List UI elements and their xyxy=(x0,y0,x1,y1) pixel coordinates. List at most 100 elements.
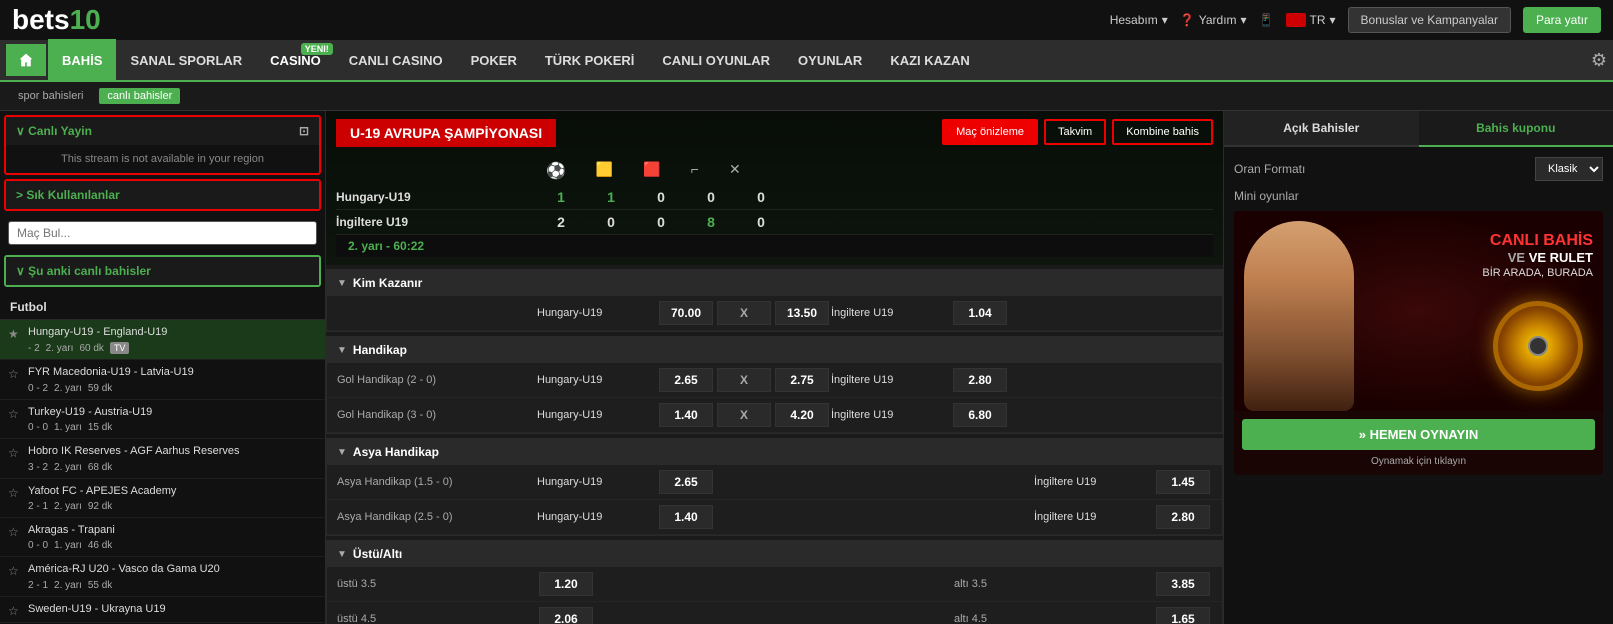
help-link[interactable]: ❓ Yardım ▾ xyxy=(1180,13,1247,27)
bet-odd2[interactable]: 1.45 xyxy=(1156,470,1210,494)
bet-team2: İngiltere U19 xyxy=(831,409,951,421)
language-selector[interactable]: TR ▾ xyxy=(1286,13,1336,27)
nav-kazi-kazan[interactable]: KAZI KAZAN xyxy=(876,39,983,81)
bet-row: Gol Handikap (3 - 0) Hungary-U19 1.40 X … xyxy=(327,398,1222,433)
bonus-button[interactable]: Bonuslar ve Kampanyalar xyxy=(1348,7,1511,33)
tab-bahis-kuponu[interactable]: Bahis kuponu xyxy=(1419,111,1613,147)
nav-bahis[interactable]: BAHİS xyxy=(48,39,116,81)
bet-odd2x-val: 2.75 xyxy=(775,368,829,392)
bet-oddX[interactable]: X xyxy=(717,301,771,325)
bet-odd1[interactable]: 2.65 xyxy=(659,470,713,494)
bet-odd2[interactable]: 3.85 xyxy=(1156,572,1210,596)
bet-team1: Hungary-U19 xyxy=(537,476,657,488)
nav-canli-casino[interactable]: CANLI CASINO xyxy=(335,39,457,81)
oran-format-row: Oran Formatı Klasik xyxy=(1234,157,1603,181)
bet-odd2[interactable]: 2.80 xyxy=(1156,505,1210,529)
preview-button[interactable]: Maç önizleme xyxy=(942,119,1038,145)
nav-sanal-sporlar[interactable]: SANAL SPORLAR xyxy=(116,39,256,81)
logo-number: 10 xyxy=(70,4,101,35)
match-item[interactable]: ★ Hungary-U19 - England-U19 - 2 2. yarı … xyxy=(0,320,325,360)
promo-footer-link[interactable]: Oynamak için tıklayın xyxy=(1242,456,1595,467)
bet-odd1[interactable]: 2.65 xyxy=(659,368,713,392)
nav-poker[interactable]: POKER xyxy=(457,39,531,81)
team1-goals: 1 xyxy=(536,189,586,205)
settings-icon[interactable]: ⚙ xyxy=(1591,50,1607,71)
calendar-button[interactable]: Takvim xyxy=(1044,119,1106,145)
match-item[interactable]: ☆ FYR Macedonia-U19 - Latvia-U19 0 - 2 2… xyxy=(0,360,325,399)
sport-label-futbol: Futbol xyxy=(0,295,325,320)
sport-group-futbol: Futbol ★ Hungary-U19 - England-U19 - 2 2… xyxy=(0,291,325,624)
bet-section-header[interactable]: ▼ Üstü/Altı xyxy=(327,541,1222,567)
match-teams: Yafoot FC - APEJES Academy xyxy=(28,484,315,499)
star-icon[interactable]: ★ xyxy=(8,327,19,341)
match-item[interactable]: ☆ América-RJ U20 - Vasco da Gama U20 2 -… xyxy=(0,557,325,596)
tab-acik-bahisler[interactable]: Açık Bahisler xyxy=(1224,111,1419,147)
match-item[interactable]: ☆ Yafoot FC - APEJES Academy 2 - 1 2. ya… xyxy=(0,479,325,518)
search-input[interactable] xyxy=(8,221,317,245)
match-item[interactable]: ☆ Hobro IK Reserves - AGF Aarhus Reserve… xyxy=(0,439,325,478)
promo-banner[interactable]: CANLI BAHİS VE VE RULET BİR ARADA, BURAD… xyxy=(1234,211,1603,475)
breadcrumb-canli[interactable]: canlı bahisler xyxy=(99,88,180,104)
bet-odd2[interactable]: 1.65 xyxy=(1156,607,1210,624)
bet-odd1[interactable]: 70.00 xyxy=(659,301,713,325)
bet-odd1[interactable]: 1.20 xyxy=(539,572,593,596)
promo-title-line2: VE VE RULET xyxy=(1482,250,1593,266)
match-item[interactable]: ☆ Turkey-U19 - Austria-U19 0 - 0 1. yarı… xyxy=(0,400,325,439)
bet-section-kim-kazanir: ▼ Kim Kazanır Hungary-U19 70.00 X 13.50 … xyxy=(326,269,1223,332)
nav-turk-pokeri[interactable]: TÜRK POKERİ xyxy=(531,39,649,81)
bet-section-header[interactable]: ▼ Asya Handikap xyxy=(327,439,1222,465)
match-controls: Maç önizleme Takvim Kombine bahis xyxy=(942,119,1213,145)
account-link[interactable]: Hesabım ▾ xyxy=(1110,13,1168,27)
oran-format-label: Oran Formatı xyxy=(1234,162,1305,176)
nav-home-button[interactable] xyxy=(6,44,46,76)
star-icon[interactable]: ☆ xyxy=(8,446,19,460)
bet-odd1[interactable]: 1.40 xyxy=(659,505,713,529)
bet-odd2x-val: 13.50 xyxy=(775,301,829,325)
corner-icon: ⌐ xyxy=(691,161,699,181)
bet-label2: altı 3.5 xyxy=(954,578,1154,590)
bet-odd2[interactable]: 6.80 xyxy=(953,403,1007,427)
bet-team1: Hungary-U19 xyxy=(537,409,657,421)
star-icon[interactable]: ☆ xyxy=(8,564,19,578)
promo-cta-button[interactable]: » HEMEN OYNAYIN xyxy=(1242,419,1595,450)
star-icon[interactable]: ☆ xyxy=(8,486,19,500)
sik-kullanilanlar-header[interactable]: > Sık Kullanılanlar xyxy=(6,181,319,209)
logo[interactable]: bets10 xyxy=(12,4,101,36)
star-icon[interactable]: ☆ xyxy=(8,604,19,618)
bet-oddX[interactable]: X xyxy=(717,403,771,427)
oran-format-select[interactable]: Klasik xyxy=(1535,157,1603,181)
anki-canli-header[interactable]: ∨ Şu anki canlı bahisler xyxy=(6,257,319,285)
combine-button[interactable]: Kombine bahis xyxy=(1112,119,1213,145)
match-item[interactable]: ☆ Akragas - Trapani 0 - 0 1. yarı 46 dk xyxy=(0,518,325,557)
bet-section-header[interactable]: ▼ Kim Kazanır xyxy=(327,270,1222,296)
match-score-time: 0 - 0 1. yarı 46 dk xyxy=(28,540,315,551)
bet-odd1[interactable]: 1.40 xyxy=(659,403,713,427)
bet-section-header[interactable]: ▼ Handikap xyxy=(327,337,1222,363)
ball-icon: ⚽ xyxy=(546,161,566,181)
bet-team2: İngiltere U19 xyxy=(831,307,951,319)
breadcrumb-spor[interactable]: spor bahisleri xyxy=(10,88,91,104)
nav-casino[interactable]: CASINO Yeni! xyxy=(256,39,335,81)
bet-odd2[interactable]: 2.80 xyxy=(953,368,1007,392)
match-teams: Sweden-U19 - Ukrayna U19 xyxy=(28,602,315,617)
bet-odd2[interactable]: 1.04 xyxy=(953,301,1007,325)
arrow-icon: ▼ xyxy=(337,447,347,458)
match-item[interactable]: ☆ Sweden-U19 - Ukrayna U19 xyxy=(0,597,325,623)
sik-kullanilanlar-section: > Sık Kullanılanlar xyxy=(4,179,321,211)
bet-team2: İngiltere U19 xyxy=(1034,476,1154,488)
nav-canli-oyunlar[interactable]: CANLI OYUNLAR xyxy=(648,39,784,81)
bet-label: Gol Handikap (3 - 0) xyxy=(337,409,537,421)
bet-oddX[interactable]: X xyxy=(717,368,771,392)
x-icon: ✕ xyxy=(729,161,741,181)
star-icon[interactable]: ☆ xyxy=(8,525,19,539)
star-icon[interactable]: ☆ xyxy=(8,407,19,421)
mobile-icon[interactable]: 📱 xyxy=(1259,13,1274,27)
canli-yayin-header[interactable]: ∨ Canlı Yayin ⊡ xyxy=(6,117,319,145)
match-score-time: 3 - 2 2. yarı 68 dk xyxy=(28,462,315,473)
match-teams: Hungary-U19 - England-U19 xyxy=(28,325,315,340)
deposit-button[interactable]: Para yatır xyxy=(1523,7,1601,33)
star-icon[interactable]: ☆ xyxy=(8,367,19,381)
nav-oyunlar[interactable]: OYUNLAR xyxy=(784,39,876,81)
bet-label: Gol Handikap (2 - 0) xyxy=(337,374,537,386)
bet-odd1[interactable]: 2.06 xyxy=(539,607,593,624)
